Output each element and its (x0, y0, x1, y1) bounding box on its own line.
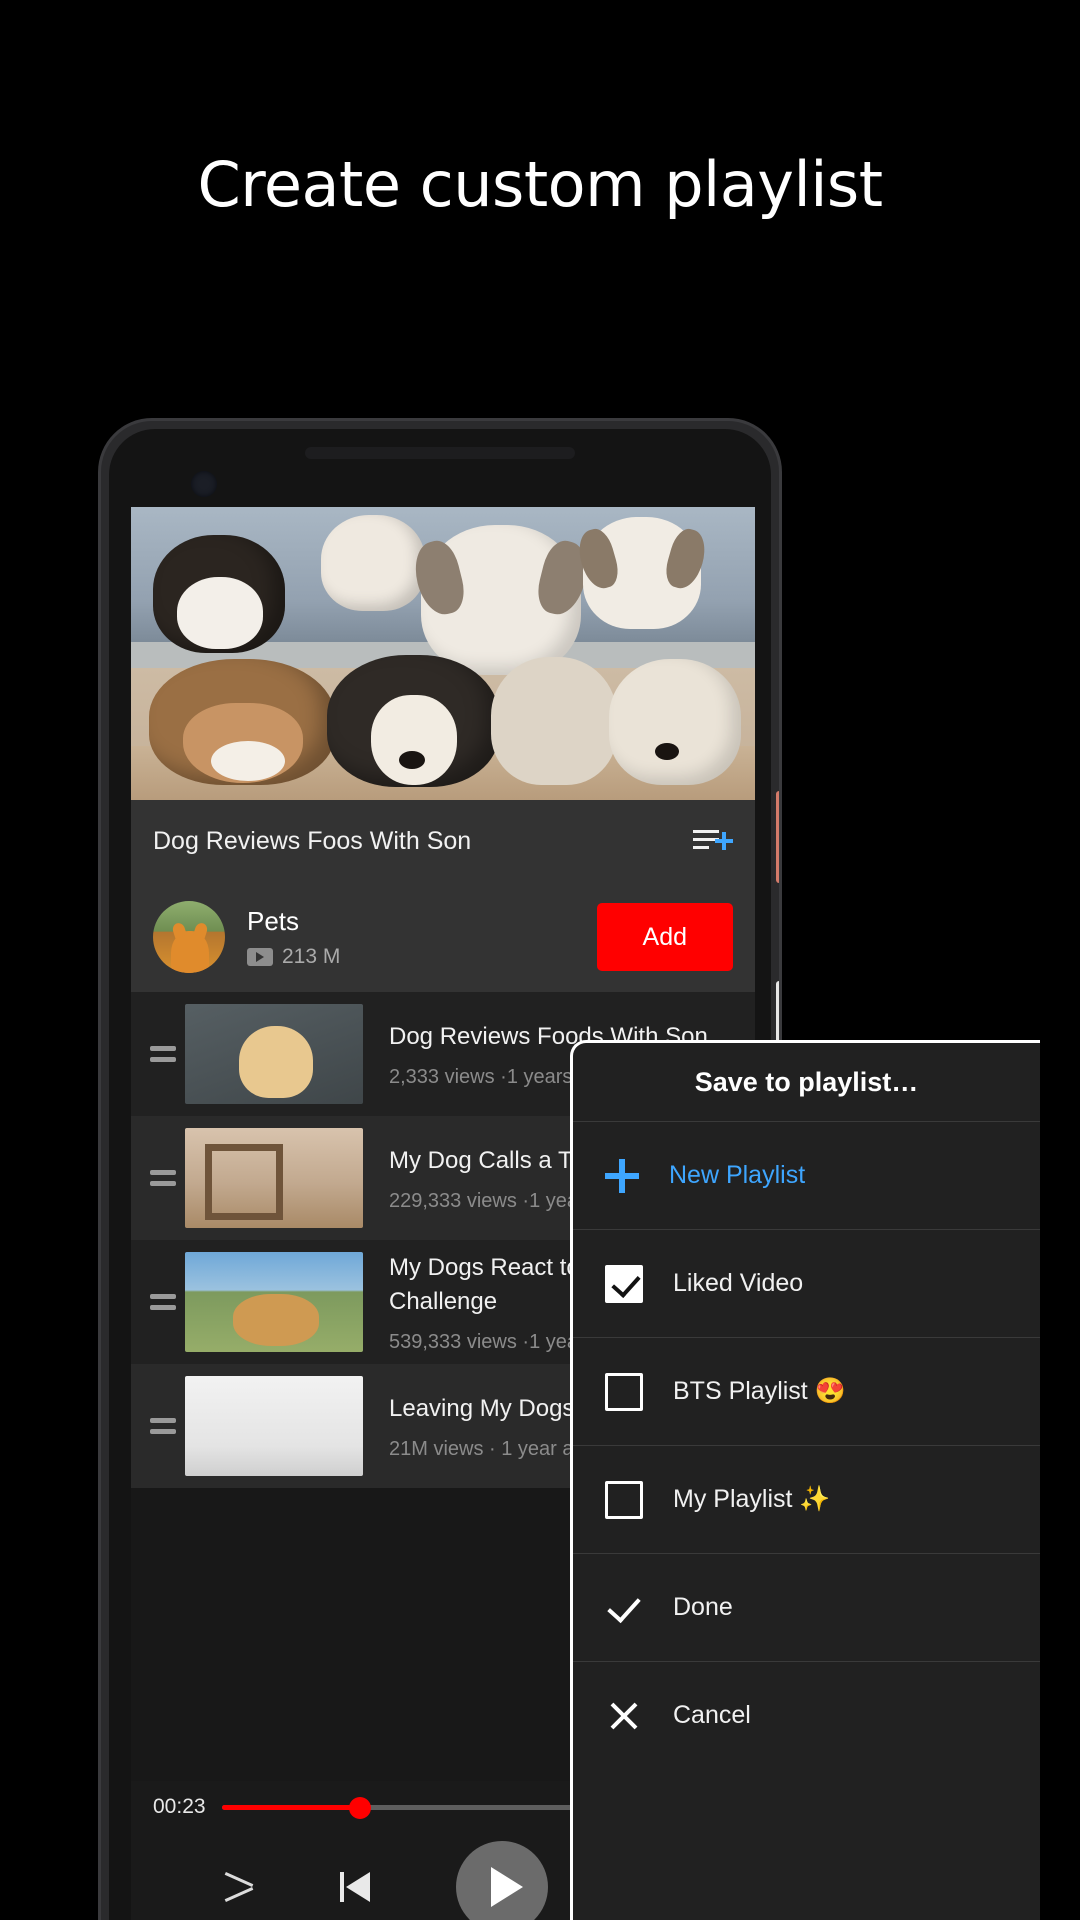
video-title: Dog Reviews Foos With Son (153, 826, 472, 855)
seek-bar-progress (221, 1804, 360, 1810)
drag-handle-icon[interactable] (141, 1170, 185, 1186)
video-thumbnail[interactable] (185, 1004, 363, 1104)
close-icon (605, 1697, 643, 1735)
puppy-6 (327, 655, 499, 787)
subscriber-count: 213 M (282, 944, 341, 968)
promo-screenshot: Create custom playlist Dog Reviews Foos … (0, 0, 1080, 1920)
playlist-label: Liked Video (673, 1269, 804, 1297)
playlist-label: My Playlist ✨ (673, 1485, 831, 1513)
new-playlist-label: New Playlist (669, 1161, 806, 1189)
channel-name: Pets (247, 905, 300, 936)
checkbox-icon[interactable] (605, 1264, 643, 1303)
dialog-title: Save to playlist… (694, 1066, 919, 1097)
play-icon[interactable] (456, 1841, 548, 1920)
earpiece-speaker (305, 447, 575, 459)
cancel-label: Cancel (673, 1701, 751, 1729)
youtube-play-icon (247, 947, 273, 966)
puppy-8 (609, 659, 741, 785)
page-title: Create custom playlist (197, 148, 883, 221)
front-camera (191, 471, 217, 497)
playlist-row-liked-video[interactable]: Liked Video (573, 1229, 1040, 1337)
add-button[interactable]: Add (596, 903, 733, 971)
previous-track-icon[interactable] (340, 1872, 372, 1902)
puppy-4 (573, 517, 711, 629)
video-thumbnail[interactable] (185, 1252, 363, 1352)
seek-bar-handle[interactable] (348, 1796, 371, 1819)
current-time: 00:23 (153, 1795, 206, 1818)
puppy-2 (321, 515, 425, 611)
shuffle-icon[interactable] (222, 1872, 256, 1902)
playlist-row-my-playlist[interactable]: My Playlist ✨ (573, 1445, 1040, 1553)
new-playlist-row[interactable]: New Playlist (573, 1121, 1040, 1229)
drag-handle-icon[interactable] (141, 1294, 185, 1310)
puppy-1 (153, 535, 285, 653)
drag-handle-icon[interactable] (141, 1046, 185, 1062)
avatar[interactable] (153, 901, 225, 973)
checkbox-icon[interactable] (605, 1372, 643, 1411)
drag-handle-icon[interactable] (141, 1418, 185, 1434)
puppy-5 (149, 659, 335, 785)
playlist-label: BTS Playlist 😍 (673, 1377, 846, 1405)
playlist-add-icon[interactable] (693, 826, 733, 856)
done-button[interactable]: Done (573, 1553, 1040, 1661)
video-thumbnail[interactable] (185, 1376, 363, 1476)
video-thumbnail[interactable] (185, 1128, 363, 1228)
save-to-playlist-dialog: Save to playlist… New Playlist Liked Vid… (570, 1040, 1040, 1920)
playlist-row-bts-playlist[interactable]: BTS Playlist 😍 (573, 1337, 1040, 1445)
video-title-row: Dog Reviews Foos With Son (131, 800, 755, 882)
cancel-button[interactable]: Cancel (573, 1661, 1040, 1769)
video-player[interactable] (131, 507, 755, 800)
puppy-3 (408, 525, 594, 675)
puppy-7 (491, 657, 617, 785)
plus-icon (605, 1158, 639, 1193)
checkbox-icon[interactable] (605, 1480, 643, 1519)
check-icon (605, 1589, 643, 1627)
channel-meta: Pets 213 M (247, 906, 597, 969)
channel-subscribers: 213 M (247, 945, 597, 969)
volume-button[interactable] (776, 791, 779, 883)
done-label: Done (673, 1593, 733, 1621)
channel-row: Pets 213 M Add (131, 882, 755, 992)
